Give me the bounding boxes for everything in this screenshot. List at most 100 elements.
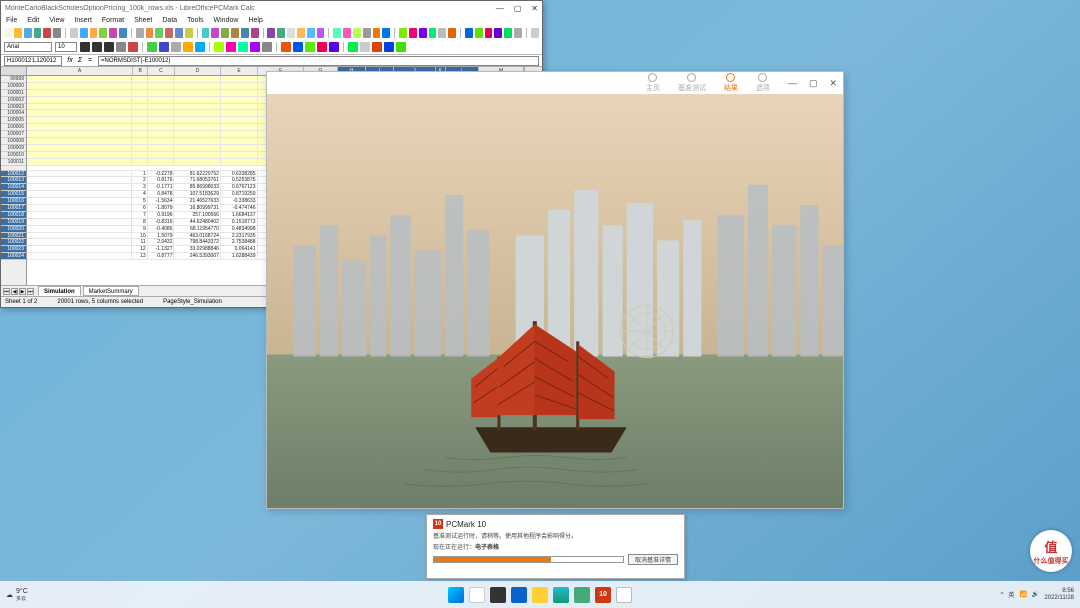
toolbar-icon[interactable] bbox=[429, 28, 437, 38]
close-button[interactable]: ✕ bbox=[531, 4, 538, 13]
format-icon[interactable] bbox=[262, 42, 272, 52]
format-icon[interactable] bbox=[80, 42, 90, 52]
row-header[interactable]: 100009 bbox=[1, 145, 26, 152]
toolbar-icon[interactable] bbox=[34, 28, 42, 38]
row-header[interactable]: 100000 bbox=[1, 83, 26, 90]
toolbar-icon[interactable] bbox=[90, 28, 98, 38]
row-header[interactable]: 100022 bbox=[1, 239, 26, 246]
format-icon[interactable] bbox=[360, 42, 370, 52]
formatting-toolbar[interactable]: Arial 10 bbox=[1, 40, 542, 54]
format-icon[interactable] bbox=[195, 42, 205, 52]
toolbar-icon[interactable] bbox=[221, 28, 229, 38]
toolbar-icon[interactable] bbox=[211, 28, 219, 38]
menu-file[interactable]: File bbox=[6, 17, 17, 24]
minimize-button[interactable]: — bbox=[788, 78, 797, 89]
menu-tools[interactable]: Tools bbox=[187, 17, 203, 24]
toolbar-icon[interactable] bbox=[475, 28, 483, 38]
toolbar-icon[interactable] bbox=[514, 28, 522, 38]
row-header[interactable]: 100006 bbox=[1, 124, 26, 131]
col-header-C[interactable]: C bbox=[148, 67, 175, 75]
toolbar-icon[interactable] bbox=[448, 28, 456, 38]
toolbar-icon[interactable] bbox=[14, 28, 22, 38]
toolbar-icon[interactable] bbox=[53, 28, 61, 38]
format-icon[interactable] bbox=[226, 42, 236, 52]
row-header[interactable]: 100012 bbox=[1, 171, 26, 178]
sum-icon[interactable]: Σ bbox=[75, 56, 85, 66]
menu-window[interactable]: Window bbox=[214, 17, 239, 24]
search-icon[interactable] bbox=[469, 587, 485, 603]
equals-icon[interactable]: = bbox=[85, 56, 95, 66]
pcmark-tab[interactable]: 结果 bbox=[724, 73, 738, 93]
name-box[interactable]: H100012:L120012 bbox=[4, 56, 62, 66]
toolbar-icon[interactable] bbox=[382, 28, 390, 38]
formula-input[interactable]: =NORMSDIST(-E100012) bbox=[98, 56, 539, 66]
start-button[interactable] bbox=[448, 587, 464, 603]
format-icon[interactable] bbox=[183, 42, 193, 52]
app-icon[interactable] bbox=[574, 587, 590, 603]
maximize-button[interactable]: ▢ bbox=[809, 78, 818, 89]
toolbar-icon[interactable] bbox=[353, 28, 361, 38]
toolbar-icon[interactable] bbox=[363, 28, 371, 38]
edge-icon[interactable] bbox=[553, 587, 569, 603]
row-header[interactable]: 100001 bbox=[1, 90, 26, 97]
cancel-button[interactable]: 取消基准详情 bbox=[628, 554, 678, 565]
toolbar-icon[interactable] bbox=[399, 28, 407, 38]
row-header[interactable]: 100015 bbox=[1, 191, 26, 198]
tab-next-icon[interactable]: ▶ bbox=[19, 288, 26, 295]
function-wizard-icon[interactable]: fx bbox=[65, 56, 75, 66]
row-header[interactable]: 100020 bbox=[1, 226, 26, 233]
pcmark-tab[interactable]: 基准测试 bbox=[678, 73, 706, 93]
font-name-combo[interactable]: Arial bbox=[4, 42, 52, 52]
toolbar-icon[interactable] bbox=[119, 28, 127, 38]
row-header[interactable]: 100021 bbox=[1, 233, 26, 240]
toolbar-icon[interactable] bbox=[165, 28, 173, 38]
format-icon[interactable] bbox=[396, 42, 406, 52]
format-icon[interactable] bbox=[116, 42, 126, 52]
format-icon[interactable] bbox=[293, 42, 303, 52]
tray-volume-icon[interactable]: 🔊 bbox=[1032, 591, 1039, 598]
format-icon[interactable] bbox=[128, 42, 138, 52]
row-header[interactable]: 100019 bbox=[1, 219, 26, 226]
tray-wifi-icon[interactable]: 📶 bbox=[1019, 591, 1026, 598]
toolbar-icon[interactable] bbox=[287, 28, 295, 38]
toolbar-icon[interactable] bbox=[317, 28, 325, 38]
toolbar-icon[interactable] bbox=[109, 28, 117, 38]
format-icon[interactable] bbox=[159, 42, 169, 52]
format-icon[interactable] bbox=[92, 42, 102, 52]
titlebar[interactable]: MonteCarloBlackScholesOptionPricing_100k… bbox=[1, 1, 542, 15]
sheet-tab-simulation[interactable]: Simulation bbox=[38, 286, 81, 296]
row-header[interactable]: 100016 bbox=[1, 198, 26, 205]
toolbar-icon[interactable] bbox=[251, 28, 259, 38]
toolbar-icon[interactable] bbox=[136, 28, 144, 38]
format-icon[interactable] bbox=[281, 42, 291, 52]
widgets-icon[interactable] bbox=[511, 587, 527, 603]
pcmark-tab[interactable]: 主页 bbox=[646, 73, 660, 93]
row-header[interactable]: 100005 bbox=[1, 117, 26, 124]
row-header[interactable]: 100023 bbox=[1, 246, 26, 253]
toolbar-icon[interactable] bbox=[24, 28, 32, 38]
toolbar-icon[interactable] bbox=[43, 28, 51, 38]
format-icon[interactable] bbox=[305, 42, 315, 52]
toolbar-icon[interactable] bbox=[185, 28, 193, 38]
close-button[interactable]: ✕ bbox=[829, 78, 837, 89]
pcmark-titlebar[interactable]: 主页基准测试结果选项 — ▢ ✕ bbox=[267, 72, 843, 94]
row-headers[interactable]: 9999910000010000110000210000310000410000… bbox=[1, 67, 27, 285]
toolbar-icon[interactable] bbox=[70, 28, 78, 38]
row-header[interactable]: 100018 bbox=[1, 212, 26, 219]
calc-taskbar-icon[interactable] bbox=[616, 587, 632, 603]
toolbar-icon[interactable] bbox=[99, 28, 107, 38]
format-icon[interactable] bbox=[317, 42, 327, 52]
maximize-button[interactable]: ▢ bbox=[514, 4, 522, 13]
tab-first-icon[interactable]: ⏮ bbox=[3, 288, 10, 295]
toolbar-icon[interactable] bbox=[155, 28, 163, 38]
menu-insert[interactable]: Insert bbox=[74, 17, 92, 24]
row-header[interactable]: 100010 bbox=[1, 152, 26, 159]
format-icon[interactable] bbox=[348, 42, 358, 52]
toolbar-icon[interactable] bbox=[438, 28, 446, 38]
taskbar-weather[interactable]: ☁ 9°C 多云 bbox=[6, 588, 28, 602]
toolbar-icon[interactable] bbox=[373, 28, 381, 38]
file-explorer-icon[interactable] bbox=[532, 587, 548, 603]
col-header-E[interactable]: E bbox=[221, 67, 258, 75]
col-header-A[interactable]: A bbox=[27, 67, 133, 75]
menu-help[interactable]: Help bbox=[248, 17, 262, 24]
